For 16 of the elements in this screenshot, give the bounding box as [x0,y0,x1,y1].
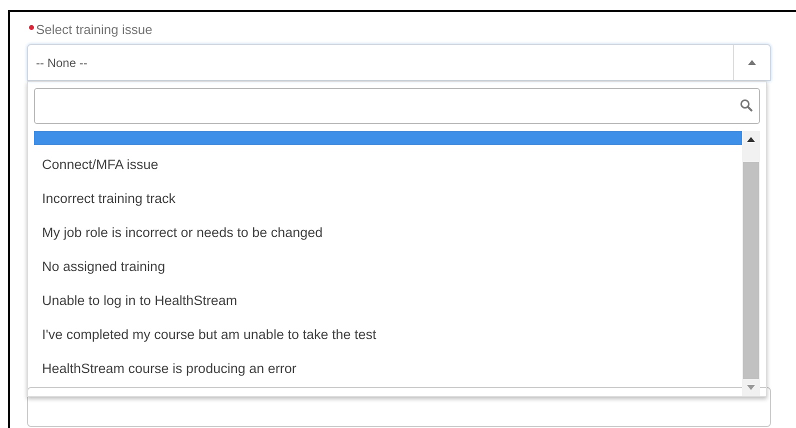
dropdown-option[interactable]: Unable to log in to HealthStream [34,284,742,318]
highlighted-option[interactable] [34,130,742,145]
dropdown-option[interactable]: HealthStream course is producing an error [34,352,742,386]
dropdown-option[interactable]: Connect/MFA issue [34,148,742,182]
dropdown-option[interactable]: I've completed my course but am unable to take the test [34,318,742,352]
search-icon [740,99,753,112]
scroll-up-icon [747,136,755,142]
scroll-down-icon [747,385,755,390]
dropdown-option[interactable]: Incorrect training track [34,182,742,216]
select-field[interactable]: -- None -- [27,44,771,81]
scrollbar[interactable] [742,130,760,396]
dropdown-option[interactable]: My job role is incorrect or needs to be changed [34,216,742,250]
next-field[interactable] [27,387,771,427]
dropdown-option[interactable]: No assigned training [34,250,742,284]
search-field[interactable] [34,88,760,124]
field-label: Select training issue [36,22,152,37]
